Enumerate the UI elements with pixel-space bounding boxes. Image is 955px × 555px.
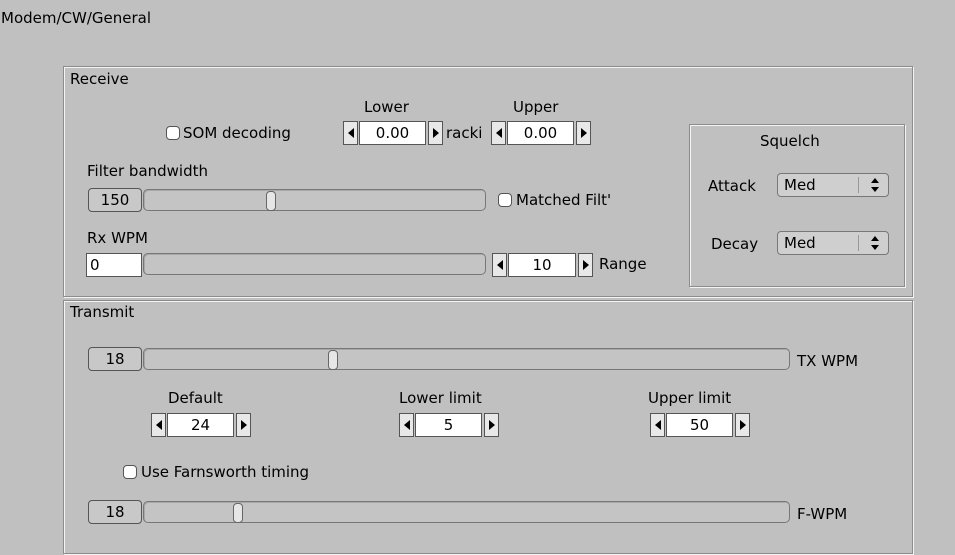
rx-wpm-slider[interactable]: [143, 253, 486, 275]
fwpm-slider[interactable]: [143, 501, 790, 523]
lower-value-field[interactable]: 0.00: [359, 121, 426, 145]
left-arrow-icon: [654, 420, 661, 430]
left-arrow-icon: [155, 420, 162, 430]
tracking-label: racki: [446, 124, 483, 142]
left-arrow-icon: [495, 128, 502, 138]
filter-bandwidth-value: 150: [88, 188, 142, 212]
right-arrow-icon: [580, 128, 587, 138]
tx-wpm-label: TX WPM: [797, 352, 859, 370]
right-arrow-icon: [582, 260, 589, 270]
updown-arrows-icon: [870, 236, 880, 250]
upper-limit-increment-button[interactable]: [735, 413, 750, 437]
range-increment-button[interactable]: [578, 253, 593, 277]
filter-bandwidth-label: Filter bandwidth: [87, 162, 209, 180]
default-decrement-button[interactable]: [151, 413, 166, 437]
upper-limit-decrement-button[interactable]: [650, 413, 665, 437]
lower-limit-label: Lower limit: [399, 389, 482, 407]
left-arrow-icon: [347, 128, 354, 138]
left-arrow-icon: [496, 260, 503, 270]
upper-label: Upper: [513, 98, 559, 116]
fwpm-label: F-WPM: [797, 505, 848, 523]
decay-selected-value: Med: [784, 234, 816, 252]
matched-filter-label: Matched Filt': [516, 191, 612, 209]
range-label: Range: [599, 255, 647, 273]
lower-limit-decrement-button[interactable]: [399, 413, 414, 437]
transmit-title: Transmit: [70, 303, 135, 321]
matched-filter-checkbox[interactable]: [498, 193, 512, 207]
upper-value-field[interactable]: 0.00: [507, 121, 574, 145]
upper-limit-label: Upper limit: [648, 389, 732, 407]
slider-thumb[interactable]: [233, 503, 243, 523]
right-arrow-icon: [488, 420, 495, 430]
farnsworth-label: Use Farnsworth timing: [141, 463, 310, 481]
default-label: Default: [168, 389, 223, 407]
attack-select[interactable]: Med: [777, 173, 889, 197]
tx-wpm-slider[interactable]: [143, 348, 790, 370]
lower-limit-value-field[interactable]: 5: [415, 413, 482, 437]
upper-limit-value-field[interactable]: 50: [666, 413, 733, 437]
upper-increment-button[interactable]: [576, 121, 591, 145]
breadcrumb: Modem/CW/General: [1, 9, 152, 27]
default-increment-button[interactable]: [236, 413, 251, 437]
decay-label: Decay: [711, 235, 759, 253]
filter-bandwidth-slider[interactable]: [143, 189, 486, 211]
rx-wpm-label: Rx WPM: [87, 229, 148, 247]
right-arrow-icon: [739, 420, 746, 430]
som-decoding-checkbox[interactable]: [166, 126, 180, 140]
upper-decrement-button[interactable]: [491, 121, 506, 145]
lower-decrement-button[interactable]: [343, 121, 358, 145]
tx-wpm-value: 18: [88, 347, 142, 371]
attack-selected-value: Med: [784, 176, 816, 194]
rx-wpm-value-field[interactable]: 0: [86, 253, 142, 277]
decay-select[interactable]: Med: [777, 231, 889, 255]
slider-thumb[interactable]: [328, 350, 338, 370]
lower-limit-increment-button[interactable]: [484, 413, 499, 437]
updown-arrows-icon: [870, 178, 880, 192]
lower-increment-button[interactable]: [428, 121, 443, 145]
range-value-field[interactable]: 10: [508, 253, 576, 277]
lower-label: Lower: [364, 98, 409, 116]
receive-title: Receive: [70, 70, 129, 88]
right-arrow-icon: [240, 420, 247, 430]
fwpm-value: 18: [88, 500, 142, 524]
som-decoding-label: SOM decoding: [183, 124, 291, 142]
range-decrement-button[interactable]: [492, 253, 507, 277]
squelch-title: Squelch: [760, 132, 820, 150]
attack-label: Attack: [708, 177, 756, 195]
farnsworth-checkbox[interactable]: [123, 465, 137, 479]
right-arrow-icon: [432, 128, 439, 138]
default-value-field[interactable]: 24: [167, 413, 234, 437]
left-arrow-icon: [403, 420, 410, 430]
slider-thumb[interactable]: [266, 191, 276, 211]
